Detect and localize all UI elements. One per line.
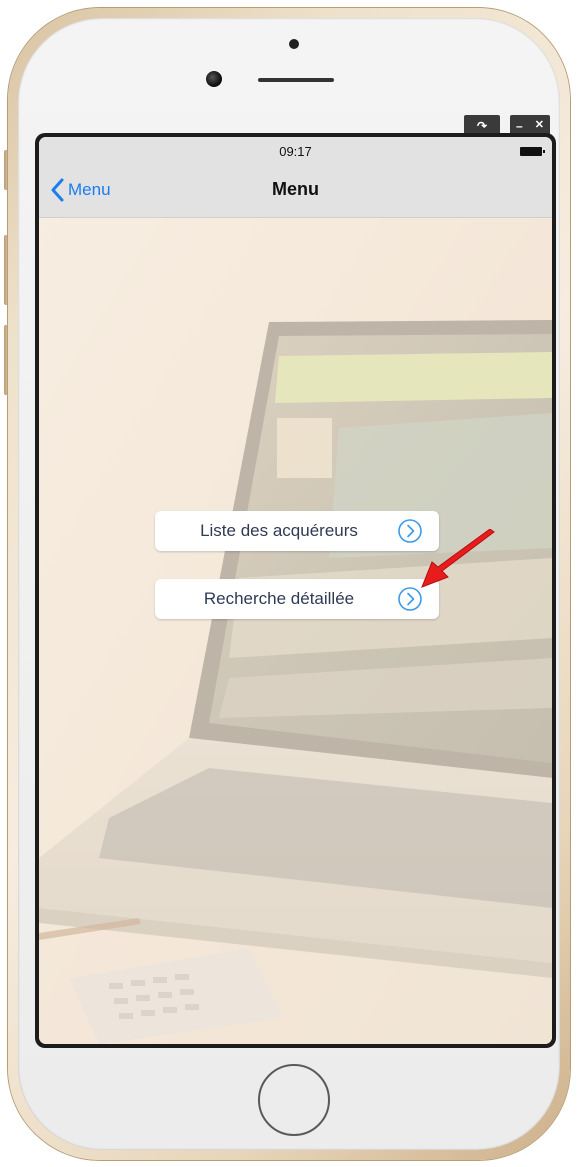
status-bar: 09:17 xyxy=(39,137,552,163)
earpiece-speaker xyxy=(258,78,334,82)
page-title: Menu xyxy=(272,179,319,199)
home-button[interactable] xyxy=(258,1064,330,1136)
rotate-icon: ↷ xyxy=(476,118,488,133)
proximity-sensor xyxy=(289,39,299,49)
laptop-illustration xyxy=(39,218,552,1044)
battery-icon xyxy=(520,147,545,156)
screenshot-stage: ↷ – ✕ 09:17 Menu Menu Liste des acquéreu… xyxy=(0,0,577,1167)
status-time: 09:17 xyxy=(279,144,312,159)
menu-item-liste-des-acquereurs[interactable]: Liste des acquéreurs xyxy=(155,511,439,551)
menu-item-label: Liste des acquéreurs xyxy=(200,521,358,540)
navigation-bar: Menu Menu xyxy=(39,163,552,218)
menu-item-label: Recherche détaillée xyxy=(203,589,355,608)
minimize-icon[interactable]: – xyxy=(516,120,523,132)
background-laptop-photo xyxy=(39,218,552,1044)
annotation-arrow-icon xyxy=(421,529,495,588)
front-camera xyxy=(206,71,222,87)
menu-item-recherche-detaillee[interactable]: Recherche détaillée xyxy=(155,579,439,619)
close-icon[interactable]: ✕ xyxy=(535,120,544,131)
